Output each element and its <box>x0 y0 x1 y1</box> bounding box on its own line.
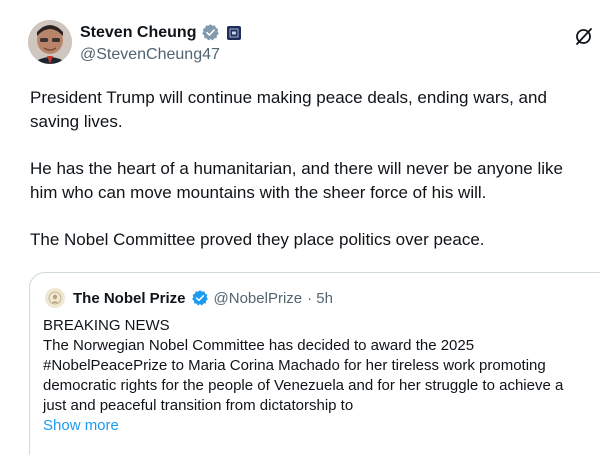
previous-heading-fragment: · · · · <box>0 0 600 8</box>
post-text: President Trump will continue making pea… <box>30 86 600 252</box>
government-affiliation-icon[interactable] <box>227 25 242 40</box>
nobel-prize-logo[interactable] <box>45 288 65 308</box>
avatar[interactable] <box>28 20 72 64</box>
post-paragraph: He has the heart of a humanitarian, and … <box>30 159 563 202</box>
quoted-line: BREAKING NEWS <box>43 317 170 334</box>
quoted-author-name[interactable]: The Nobel Prize <box>73 290 186 307</box>
quoted-line: democratic rights for the people of Vene… <box>43 377 564 394</box>
quoted-line: The Norwegian Nobel Committee has decide… <box>43 337 475 354</box>
quoted-post-text: BREAKING NEWS The Norwegian Nobel Commit… <box>43 316 563 436</box>
avatar-photo <box>28 20 72 64</box>
post-paragraph: The Nobel Committee proved they place po… <box>30 230 485 249</box>
verified-badge-icon <box>191 290 208 306</box>
author-name-row: Steven Cheung <box>80 23 242 42</box>
author-handle[interactable]: @StevenCheung47 <box>80 46 220 64</box>
quoted-post-card[interactable]: The Nobel Prize @NobelPrize · 5h BREAKIN… <box>29 272 600 455</box>
grok-icon[interactable] <box>574 26 594 46</box>
quoted-author-handle[interactable]: @NobelPrize <box>214 290 303 307</box>
post-paragraph: President Trump will continue making pea… <box>30 88 547 131</box>
quoted-post-header: The Nobel Prize @NobelPrize · 5h <box>45 288 333 308</box>
verified-badge-icon <box>202 24 220 41</box>
quoted-line: just and peaceful transition from dictat… <box>43 397 354 414</box>
show-more-link[interactable]: Show more <box>43 416 563 436</box>
author-name[interactable]: Steven Cheung <box>80 24 196 42</box>
quoted-line: #NobelPeacePrize to Maria Corina Machado… <box>43 357 546 374</box>
post-page: · · · · Steven Cheung @StevenCheung47 <box>0 0 600 455</box>
quoted-post-time[interactable]: · 5h <box>307 290 333 307</box>
